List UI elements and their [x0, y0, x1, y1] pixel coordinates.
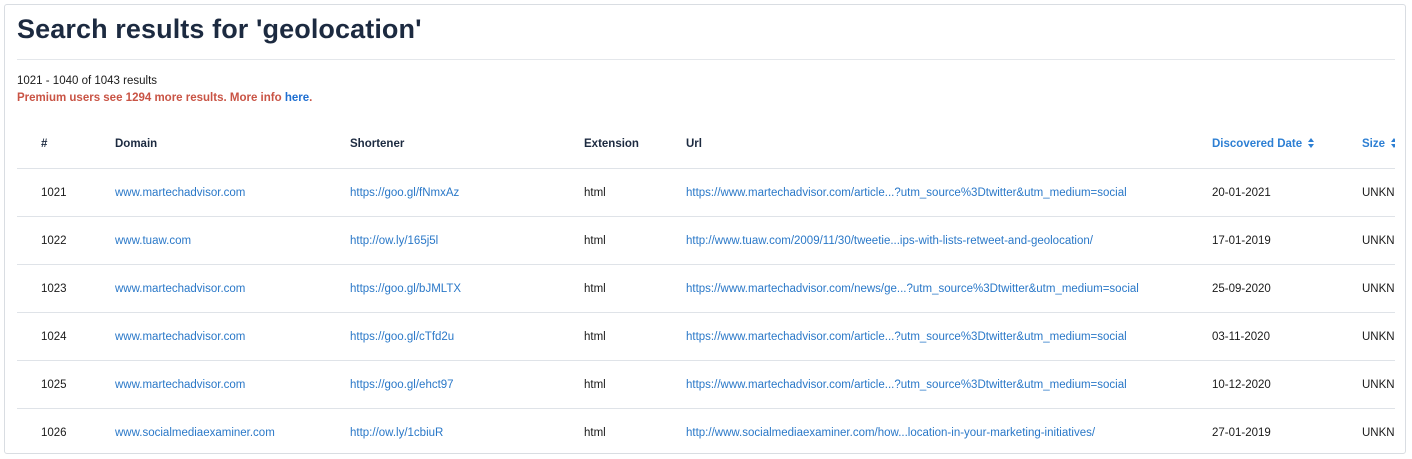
column-header-number: # — [17, 120, 115, 169]
table-row: 1024 www.martechadvisor.com https://goo.… — [17, 312, 1395, 361]
extension-cell: html — [584, 360, 686, 409]
discovered-date-cell: 17-01-2019 — [1212, 216, 1362, 265]
discovered-date-cell: 25-09-2020 — [1212, 264, 1362, 313]
column-header-discovered-date-label: Discovered Date — [1212, 138, 1303, 150]
table-row: 1025 www.martechadvisor.com https://goo.… — [17, 360, 1395, 409]
extension-cell: html — [584, 408, 686, 453]
url-link[interactable]: https://www.martechadvisor.com/article..… — [686, 168, 1212, 217]
domain-link[interactable]: www.martechadvisor.com — [115, 264, 350, 313]
column-header-domain: Domain — [115, 120, 350, 169]
extension-cell: html — [584, 216, 686, 265]
results-table-body: 1021 www.martechadvisor.com https://goo.… — [17, 168, 1395, 453]
shortener-link[interactable]: https://goo.gl/ehct97 — [350, 360, 584, 409]
table-row: 1022 www.tuaw.com http://ow.ly/165j5l ht… — [17, 216, 1395, 265]
domain-link[interactable]: www.tuaw.com — [115, 216, 350, 265]
url-link[interactable]: http://www.tuaw.com/2009/11/30/tweetie..… — [686, 216, 1212, 265]
row-number: 1021 — [17, 168, 115, 217]
url-link[interactable]: https://www.martechadvisor.com/news/ge..… — [686, 264, 1212, 313]
shortener-link[interactable]: https://goo.gl/bJMLTX — [350, 264, 584, 313]
shortener-link[interactable]: http://ow.ly/1cbiuR — [350, 408, 584, 453]
url-link[interactable]: https://www.martechadvisor.com/article..… — [686, 312, 1212, 361]
size-cell: UNKNOWN — [1362, 264, 1395, 313]
extension-cell: html — [584, 264, 686, 313]
size-cell: UNKNOWN — [1362, 216, 1395, 265]
row-number: 1022 — [17, 216, 115, 265]
title-divider — [17, 59, 1395, 60]
extension-cell: html — [584, 168, 686, 217]
url-link[interactable]: https://www.martechadvisor.com/article..… — [686, 360, 1212, 409]
domain-link[interactable]: www.martechadvisor.com — [115, 312, 350, 361]
shortener-link[interactable]: https://goo.gl/cTfd2u — [350, 312, 584, 361]
row-number: 1023 — [17, 264, 115, 313]
results-count: 1021 - 1040 of 1043 results — [17, 75, 158, 87]
table-header-row: # Domain Shortener Extension Url Discove… — [17, 120, 1395, 169]
discovered-date-cell: 03-11-2020 — [1212, 312, 1362, 361]
column-header-size[interactable]: Size — [1362, 120, 1395, 169]
domain-link[interactable]: www.martechadvisor.com — [115, 360, 350, 409]
row-number: 1026 — [17, 408, 115, 453]
column-header-url: Url — [686, 120, 1212, 169]
discovered-date-cell: 20-01-2021 — [1212, 168, 1362, 217]
column-header-size-label: Size — [1362, 138, 1386, 150]
page-title: Search results for 'geolocation' — [17, 14, 422, 44]
results-table: # Domain Shortener Extension Url Discove… — [17, 120, 1395, 453]
sort-arrows-icon[interactable] — [1308, 138, 1315, 148]
domain-link[interactable]: www.martechadvisor.com — [115, 168, 350, 217]
premium-note: Premium users see 1294 more results. Mor… — [17, 92, 312, 104]
premium-note-text: Premium users see 1294 more results. Mor… — [17, 92, 285, 104]
table-row: 1021 www.martechadvisor.com https://goo.… — [17, 168, 1395, 217]
column-header-shortener: Shortener — [350, 120, 584, 169]
size-cell: UNKNOWN — [1362, 360, 1395, 409]
table-row: 1026 www.socialmediaexaminer.com http://… — [17, 408, 1395, 453]
search-results-panel: Search results for 'geolocation' 1021 - … — [4, 4, 1406, 454]
premium-info-link[interactable]: here — [285, 92, 309, 104]
table-row: 1023 www.martechadvisor.com https://goo.… — [17, 264, 1395, 313]
domain-link[interactable]: www.socialmediaexaminer.com — [115, 408, 350, 453]
column-header-extension: Extension — [584, 120, 686, 169]
size-cell: UNKNOWN — [1362, 312, 1395, 361]
sort-arrows-icon[interactable] — [1391, 138, 1395, 148]
extension-cell: html — [584, 312, 686, 361]
discovered-date-cell: 27-01-2019 — [1212, 408, 1362, 453]
size-cell: UNKNOWN — [1362, 168, 1395, 217]
url-link[interactable]: http://www.socialmediaexaminer.com/how..… — [686, 408, 1212, 453]
row-number: 1024 — [17, 312, 115, 361]
size-cell: UNKNOWN — [1362, 408, 1395, 453]
column-header-discovered-date[interactable]: Discovered Date — [1212, 120, 1362, 169]
discovered-date-cell: 10-12-2020 — [1212, 360, 1362, 409]
results-table-wrapper[interactable]: # Domain Shortener Extension Url Discove… — [17, 120, 1395, 453]
premium-note-suffix: . — [309, 92, 313, 104]
shortener-link[interactable]: https://goo.gl/fNmxAz — [350, 168, 584, 217]
shortener-link[interactable]: http://ow.ly/165j5l — [350, 216, 584, 265]
row-number: 1025 — [17, 360, 115, 409]
